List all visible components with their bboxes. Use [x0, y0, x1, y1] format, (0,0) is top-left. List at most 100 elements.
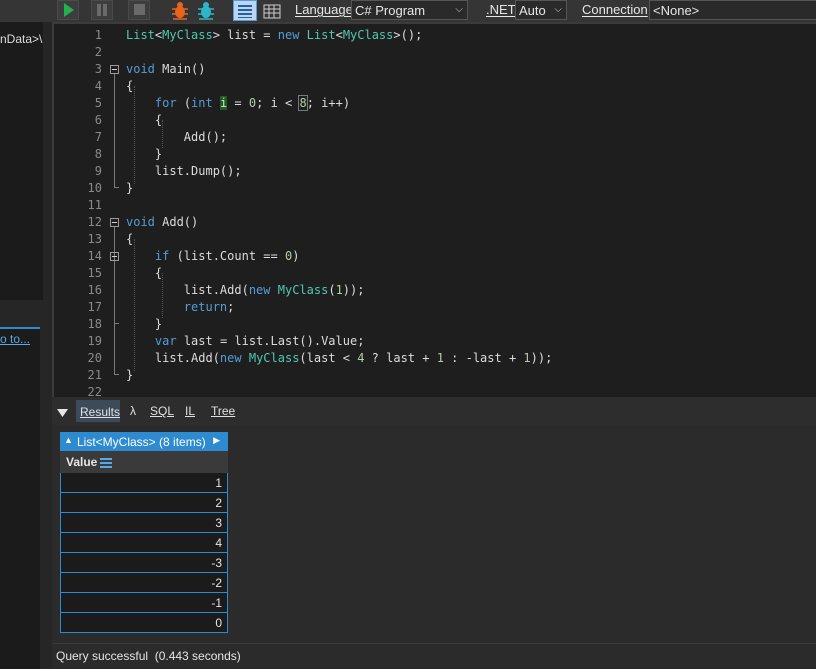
play-icon [64, 3, 74, 17]
connection-select[interactable]: <None> [649, 0, 816, 20]
code-line-4: { [126, 79, 134, 93]
status-bar: Query successful (0.443 seconds) [52, 643, 816, 668]
code-line-13: { [126, 232, 134, 246]
rich-text-icon [238, 5, 252, 18]
table-row[interactable]: 0 [61, 613, 227, 633]
table-row[interactable]: 3 [61, 513, 227, 533]
path-text: nData>\ [0, 32, 43, 46]
line-number: 21 [87, 368, 102, 382]
value-column-label: Value [66, 455, 98, 469]
line-number: 11 [87, 198, 102, 212]
fold-toggle-if[interactable] [110, 252, 119, 261]
table-row[interactable]: -2 [61, 573, 227, 593]
code-line-3: void Main() [126, 62, 206, 76]
line-number: 9 [94, 164, 102, 178]
results-to-rich-text-button[interactable] [233, 0, 257, 21]
results-table-title: List<MyClass> (8 items) [77, 435, 206, 449]
line-number: 18 [87, 317, 102, 331]
code-line-9: list.Dump(); [126, 164, 242, 178]
stop-icon [134, 4, 145, 15]
line-number: 19 [87, 334, 102, 348]
chevron-down-icon: ⌵ [455, 4, 463, 15]
table-row[interactable]: -1 [61, 593, 227, 613]
results-table: ▲ List<MyClass> (8 items) ▶ Value 1 2 3 4 -3… [60, 432, 228, 633]
toolbar: Language C# Program ⌵ .NET Auto ⌵ Connec… [0, 0, 816, 22]
fold-end [114, 187, 119, 188]
fold-end [114, 374, 119, 375]
language-label: Language [295, 2, 353, 17]
results-tab-bar: Results λ SQL IL Tree [52, 397, 816, 425]
line-number: 12 [87, 215, 102, 229]
code-line-18: } [126, 317, 163, 331]
grid-icon [263, 4, 281, 19]
language-select[interactable]: C# Program ⌵ [351, 0, 468, 20]
tab-il[interactable]: IL [185, 404, 195, 418]
left-panel: nData>\ o to... [0, 22, 52, 669]
connection-label: Connection [582, 2, 648, 17]
tab-sql[interactable]: SQL [150, 404, 174, 418]
code-line-1: List<MyClass> list = new List<MyClass>()… [126, 28, 423, 42]
code-line-5: for (int i = 0; i < 8; i++) [154, 95, 351, 111]
collapse-results-icon[interactable] [57, 405, 69, 423]
line-number: 1 [94, 28, 102, 42]
code-editor[interactable]: 1 2 3 4 5 6 7 8 9 10 11 12 13 14 15 16 17 18 19 20 21 22 List… [52, 22, 816, 397]
run-button[interactable] [57, 0, 79, 20]
net-select[interactable]: Auto ⌵ [515, 0, 567, 20]
fold-toggle-add[interactable] [110, 218, 119, 227]
code-line-16: list.Add(new MyClass(1)); [126, 283, 365, 297]
code-line-20: list.Add(new MyClass(last < 4 ? last + 1… [126, 351, 553, 365]
line-number: 13 [87, 232, 102, 246]
debug-bug-teal-button[interactable] [196, 1, 216, 21]
results-to-grid-button[interactable] [262, 1, 282, 21]
code-line-6: { [126, 113, 163, 127]
results-rows: 1 2 3 4 -3 -2 -1 0 [60, 473, 228, 633]
table-row[interactable]: 2 [61, 493, 227, 513]
results-table-header[interactable]: ▲ List<MyClass> (8 items) ▶ [60, 432, 228, 451]
line-number: 6 [94, 113, 102, 127]
code-line-14: if (list.Count == 0) [154, 249, 300, 263]
code-line-21: } [126, 368, 134, 382]
tab-results-label: Results [80, 405, 121, 419]
tab-lambda[interactable]: λ [130, 404, 136, 418]
chevron-down-icon: ⌵ [554, 4, 562, 15]
code-line-17: return; [183, 300, 235, 314]
line-number: 7 [94, 130, 102, 144]
code-line-10: } [126, 181, 134, 195]
bug-icon [198, 2, 214, 20]
net-label: .NET [486, 2, 516, 17]
left-link[interactable]: o to... [0, 332, 30, 346]
stop-button[interactable] [128, 0, 150, 20]
table-row[interactable]: -3 [61, 553, 227, 573]
line-number: 17 [87, 300, 102, 314]
code-line-7: Add(); [126, 130, 228, 144]
tab-tree[interactable]: Tree [211, 404, 235, 418]
code-line-19: var last = list.Last().Value; [154, 334, 365, 348]
left-lower-pane: o to... [0, 327, 40, 669]
fold-end [114, 323, 119, 324]
line-number: 15 [87, 266, 102, 280]
code-line-8: } [126, 147, 163, 161]
fold-toggle-main[interactable] [110, 65, 119, 74]
pause-icon [97, 4, 107, 16]
line-number: 20 [87, 351, 102, 365]
line-number: 10 [87, 181, 102, 195]
line-number: 4 [94, 79, 102, 93]
expand-right-icon[interactable]: ▶ [213, 435, 220, 446]
fold-line [114, 74, 115, 187]
net-select-value: Auto [519, 3, 546, 18]
pause-button[interactable] [91, 0, 113, 20]
left-explorer-pane: nData>\ [0, 22, 43, 300]
line-number: 22 [87, 385, 102, 397]
line-number: 14 [87, 249, 102, 263]
collapse-up-icon[interactable]: ▲ [64, 435, 73, 445]
status-text: Query successful (0.443 seconds) [56, 649, 241, 663]
table-row[interactable]: 4 [61, 533, 227, 553]
line-number: 8 [94, 147, 102, 161]
column-menu-icon[interactable] [100, 457, 112, 471]
value-column-header[interactable]: Value [60, 451, 228, 473]
bug-icon [172, 2, 188, 20]
tab-results[interactable]: Results [76, 400, 120, 422]
language-select-value: C# Program [355, 3, 426, 18]
debug-bug-orange-button[interactable] [170, 1, 190, 21]
table-row[interactable]: 1 [61, 473, 227, 493]
